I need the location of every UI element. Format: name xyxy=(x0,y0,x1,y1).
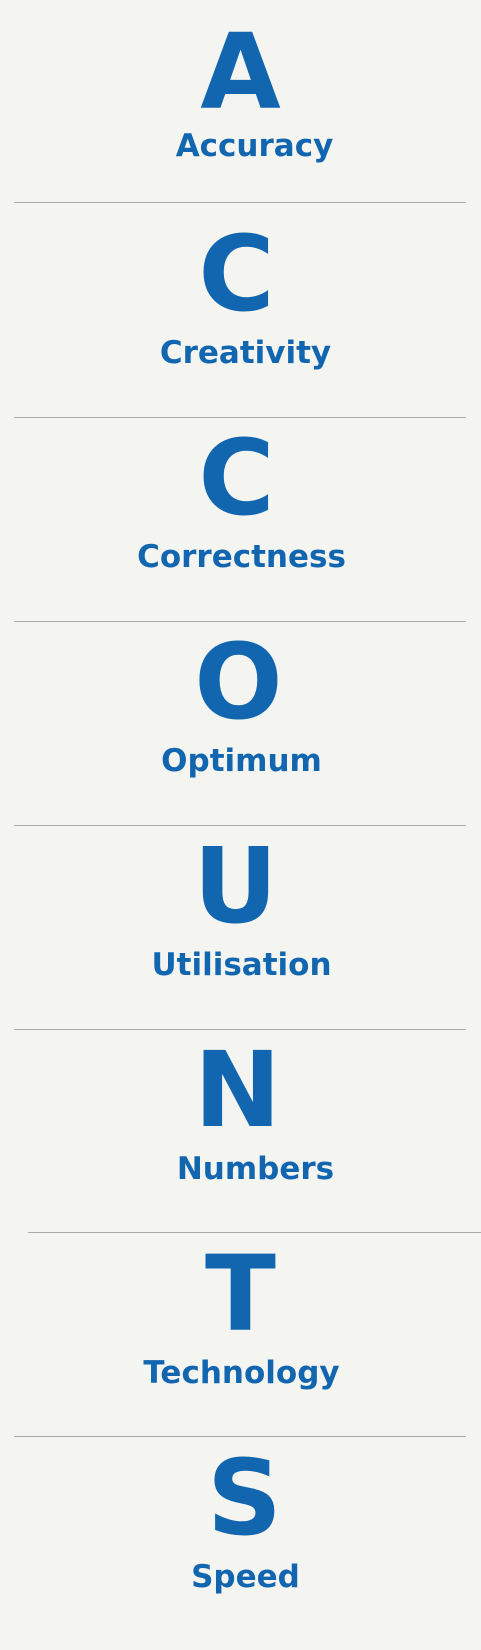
letter-t: T xyxy=(205,1233,276,1355)
word-accuracy: Accuracy xyxy=(175,128,334,164)
word-creativity: Creativity xyxy=(159,335,332,371)
letter-o: O xyxy=(194,621,283,743)
word-numbers: Numbers xyxy=(176,1151,335,1187)
letter-u: U xyxy=(193,825,278,947)
word-utilisation: Utilisation xyxy=(151,947,332,983)
word-optimum: Optimum xyxy=(161,743,322,779)
letter-a: A xyxy=(200,11,281,133)
letter-s: S xyxy=(207,1437,282,1559)
word-correctness: Correctness xyxy=(137,539,346,575)
letter-c-1: C xyxy=(198,213,275,335)
letter-n: N xyxy=(193,1029,282,1151)
word-technology: Technology xyxy=(143,1355,340,1391)
divider xyxy=(14,202,466,203)
letter-c-2: C xyxy=(198,417,275,539)
word-speed: Speed xyxy=(191,1559,300,1595)
